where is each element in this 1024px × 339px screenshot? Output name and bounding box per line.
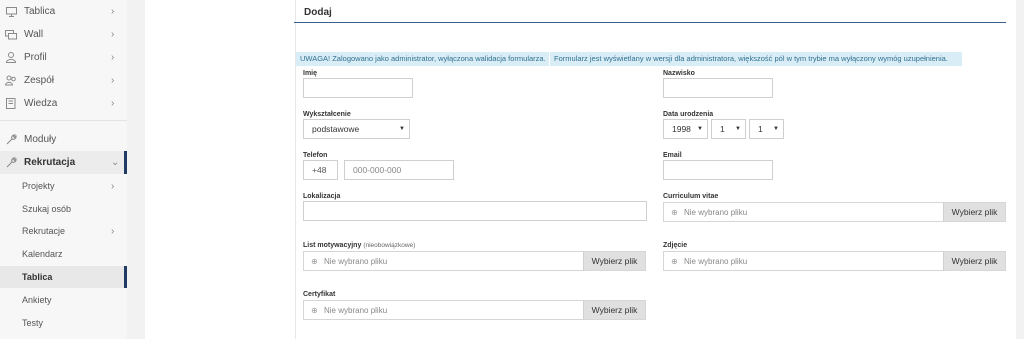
sidebar-item-profil[interactable]: Profil › — [0, 46, 127, 69]
sidebar-subitem-kalendarz[interactable]: Kalendarz — [0, 243, 127, 265]
location-label: Lokalizacja — [303, 193, 341, 200]
education-select[interactable]: podstawowe ▼ — [303, 119, 410, 139]
email-label: Email — [663, 152, 682, 159]
sidebar-item-label: Zespół — [24, 75, 55, 86]
photo-file-input[interactable]: ⊕ Nie wybrano pliku Wybierz plik — [663, 251, 1006, 271]
sidebar-item-wall[interactable]: Wall › — [0, 23, 127, 46]
birth-month-value: 1 — [720, 124, 725, 134]
cv-file-input[interactable]: ⊕ Nie wybrano pliku Wybierz plik — [663, 202, 1006, 222]
sidebar-item-wiedza[interactable]: Wiedza › — [0, 92, 127, 115]
photo-label: Zdjęcie — [663, 242, 688, 249]
user-icon — [5, 52, 17, 64]
education-select-value: podstawowe — [312, 124, 360, 134]
cover-letter-file-input[interactable]: ⊕ Nie wybrano pliku Wybierz plik — [303, 251, 646, 271]
cover-letter-label-text: List motywacyjny — [303, 242, 362, 249]
sidebar-subitem-szukaj-osob[interactable]: Szukaj osób — [0, 198, 127, 220]
monitor-icon — [5, 6, 17, 18]
sidebar-item-zespol[interactable]: Zespół › — [0, 69, 127, 92]
sidebar-item-moduly[interactable]: Moduły — [0, 128, 127, 151]
chevron-right-icon: › — [111, 225, 115, 237]
page-right-edge — [1016, 0, 1024, 339]
sidebar-subitem-testy[interactable]: Testy — [0, 312, 127, 334]
cover-letter-label: List motywacyjny (nieobowiązkowe) — [303, 242, 415, 249]
book-icon — [5, 98, 17, 110]
sidebar-divider — [0, 120, 127, 121]
sidebar-subitem-rekrutacje[interactable]: Rekrutacje › — [0, 220, 127, 242]
sidebar-item-tablica[interactable]: Tablica › — [0, 0, 127, 23]
location-field[interactable] — [303, 201, 647, 221]
chevron-right-icon: › — [111, 180, 115, 192]
sidebar-subitem-label: Kalendarz — [22, 249, 63, 259]
plus-circle-icon: ⊕ — [311, 305, 318, 315]
sidebar-item-label: Wiedza — [24, 98, 58, 109]
first-name-label: Imię — [303, 70, 318, 77]
sidebar-item-label: Profil — [24, 52, 47, 63]
birth-day-select[interactable]: 1 ▼ — [749, 119, 784, 139]
sidebar-subitem-label: Ankiety — [22, 295, 52, 305]
optional-hint: (nieobowiązkowe) — [363, 242, 416, 249]
page-title: Dodaj — [304, 7, 332, 18]
birth-day-value: 1 — [758, 124, 763, 134]
sidebar-item-label: Rekrutacja — [24, 157, 76, 168]
first-name-field[interactable] — [303, 78, 413, 98]
cover-letter-file-status: Nie wybrano pliku — [324, 256, 388, 266]
certificate-label: Certyfikat — [303, 291, 336, 298]
phone-label: Telefon — [303, 152, 328, 159]
cv-choose-file-button[interactable]: Wybierz plik — [943, 203, 1005, 221]
certificate-file-status: Nie wybrano pliku — [324, 305, 388, 315]
phone-prefix-field[interactable]: +48 — [303, 160, 338, 180]
admin-warning-banner: UWAGA! Zalogowano jako administrator, wy… — [296, 52, 549, 66]
birth-date-label: Data urodzenia — [663, 111, 714, 118]
chevron-right-icon: › — [111, 29, 115, 40]
caret-down-icon: ▼ — [735, 126, 741, 132]
photo-choose-file-button[interactable]: Wybierz plik — [943, 252, 1005, 270]
chevron-right-icon: › — [111, 98, 115, 109]
caret-down-icon: ▼ — [773, 126, 779, 132]
sidebar: Tablica › Wall › Profil › Zespół › Wiedz… — [0, 0, 127, 339]
caret-down-icon: ▼ — [697, 126, 703, 132]
education-label: Wykształcenie — [303, 111, 351, 118]
plus-circle-icon: ⊕ — [671, 256, 678, 266]
team-icon — [5, 75, 17, 87]
sidebar-subitem-label: Projekty — [22, 181, 55, 191]
sidebar-subitem-projekty[interactable]: Projekty › — [0, 175, 127, 197]
birth-year-value: 1998 — [672, 124, 691, 134]
chevron-right-icon: › — [111, 75, 115, 86]
caret-down-icon: ▼ — [399, 126, 405, 132]
plus-circle-icon: ⊕ — [671, 207, 678, 217]
certificate-file-input[interactable]: ⊕ Nie wybrano pliku Wybierz plik — [303, 300, 646, 320]
plus-circle-icon: ⊕ — [311, 256, 318, 266]
sidebar-subitem-label: Tablica — [22, 272, 53, 282]
wrench-icon — [5, 134, 17, 146]
chat-icon — [5, 29, 17, 41]
email-field[interactable] — [663, 160, 773, 180]
chevron-down-icon: ⌄ — [111, 157, 120, 168]
admin-required-warning-banner: Formularz jest wyświetlany w wersji dla … — [550, 52, 962, 66]
birth-year-select[interactable]: 1998 ▼ — [663, 119, 708, 139]
certificate-choose-file-button[interactable]: Wybierz plik — [583, 301, 645, 319]
last-name-label: Nazwisko — [663, 70, 695, 77]
chevron-right-icon: › — [111, 52, 115, 63]
birth-month-select[interactable]: 1 ▼ — [711, 119, 746, 139]
sidebar-item-rekrutacja[interactable]: Rekrutacja ⌄ — [0, 151, 127, 174]
title-divider — [294, 22, 1006, 23]
photo-file-status: Nie wybrano pliku — [684, 256, 748, 266]
sidebar-item-label: Moduły — [24, 134, 57, 145]
sidebar-subitem-ankiety[interactable]: Ankiety — [0, 289, 127, 311]
sidebar-subitem-label: Rekrutacje — [22, 226, 66, 236]
wrench-icon — [5, 157, 17, 169]
sidebar-subitem-tablica[interactable]: Tablica — [0, 266, 127, 288]
cv-label: Curriculum vitae — [663, 193, 719, 200]
phone-number-field[interactable]: 000-000-000 — [344, 160, 454, 180]
sidebar-item-label: Wall — [24, 29, 44, 40]
sidebar-subitem-label: Testy — [22, 318, 44, 328]
main-content — [145, 0, 1024, 339]
sidebar-item-label: Tablica — [24, 6, 56, 17]
last-name-field[interactable] — [663, 78, 773, 98]
cover-letter-choose-file-button[interactable]: Wybierz plik — [583, 252, 645, 270]
sidebar-subitem-label: Szukaj osób — [22, 204, 72, 214]
chevron-right-icon: › — [111, 6, 115, 17]
sidebar-gutter — [127, 0, 145, 339]
cv-file-status: Nie wybrano pliku — [684, 207, 748, 217]
